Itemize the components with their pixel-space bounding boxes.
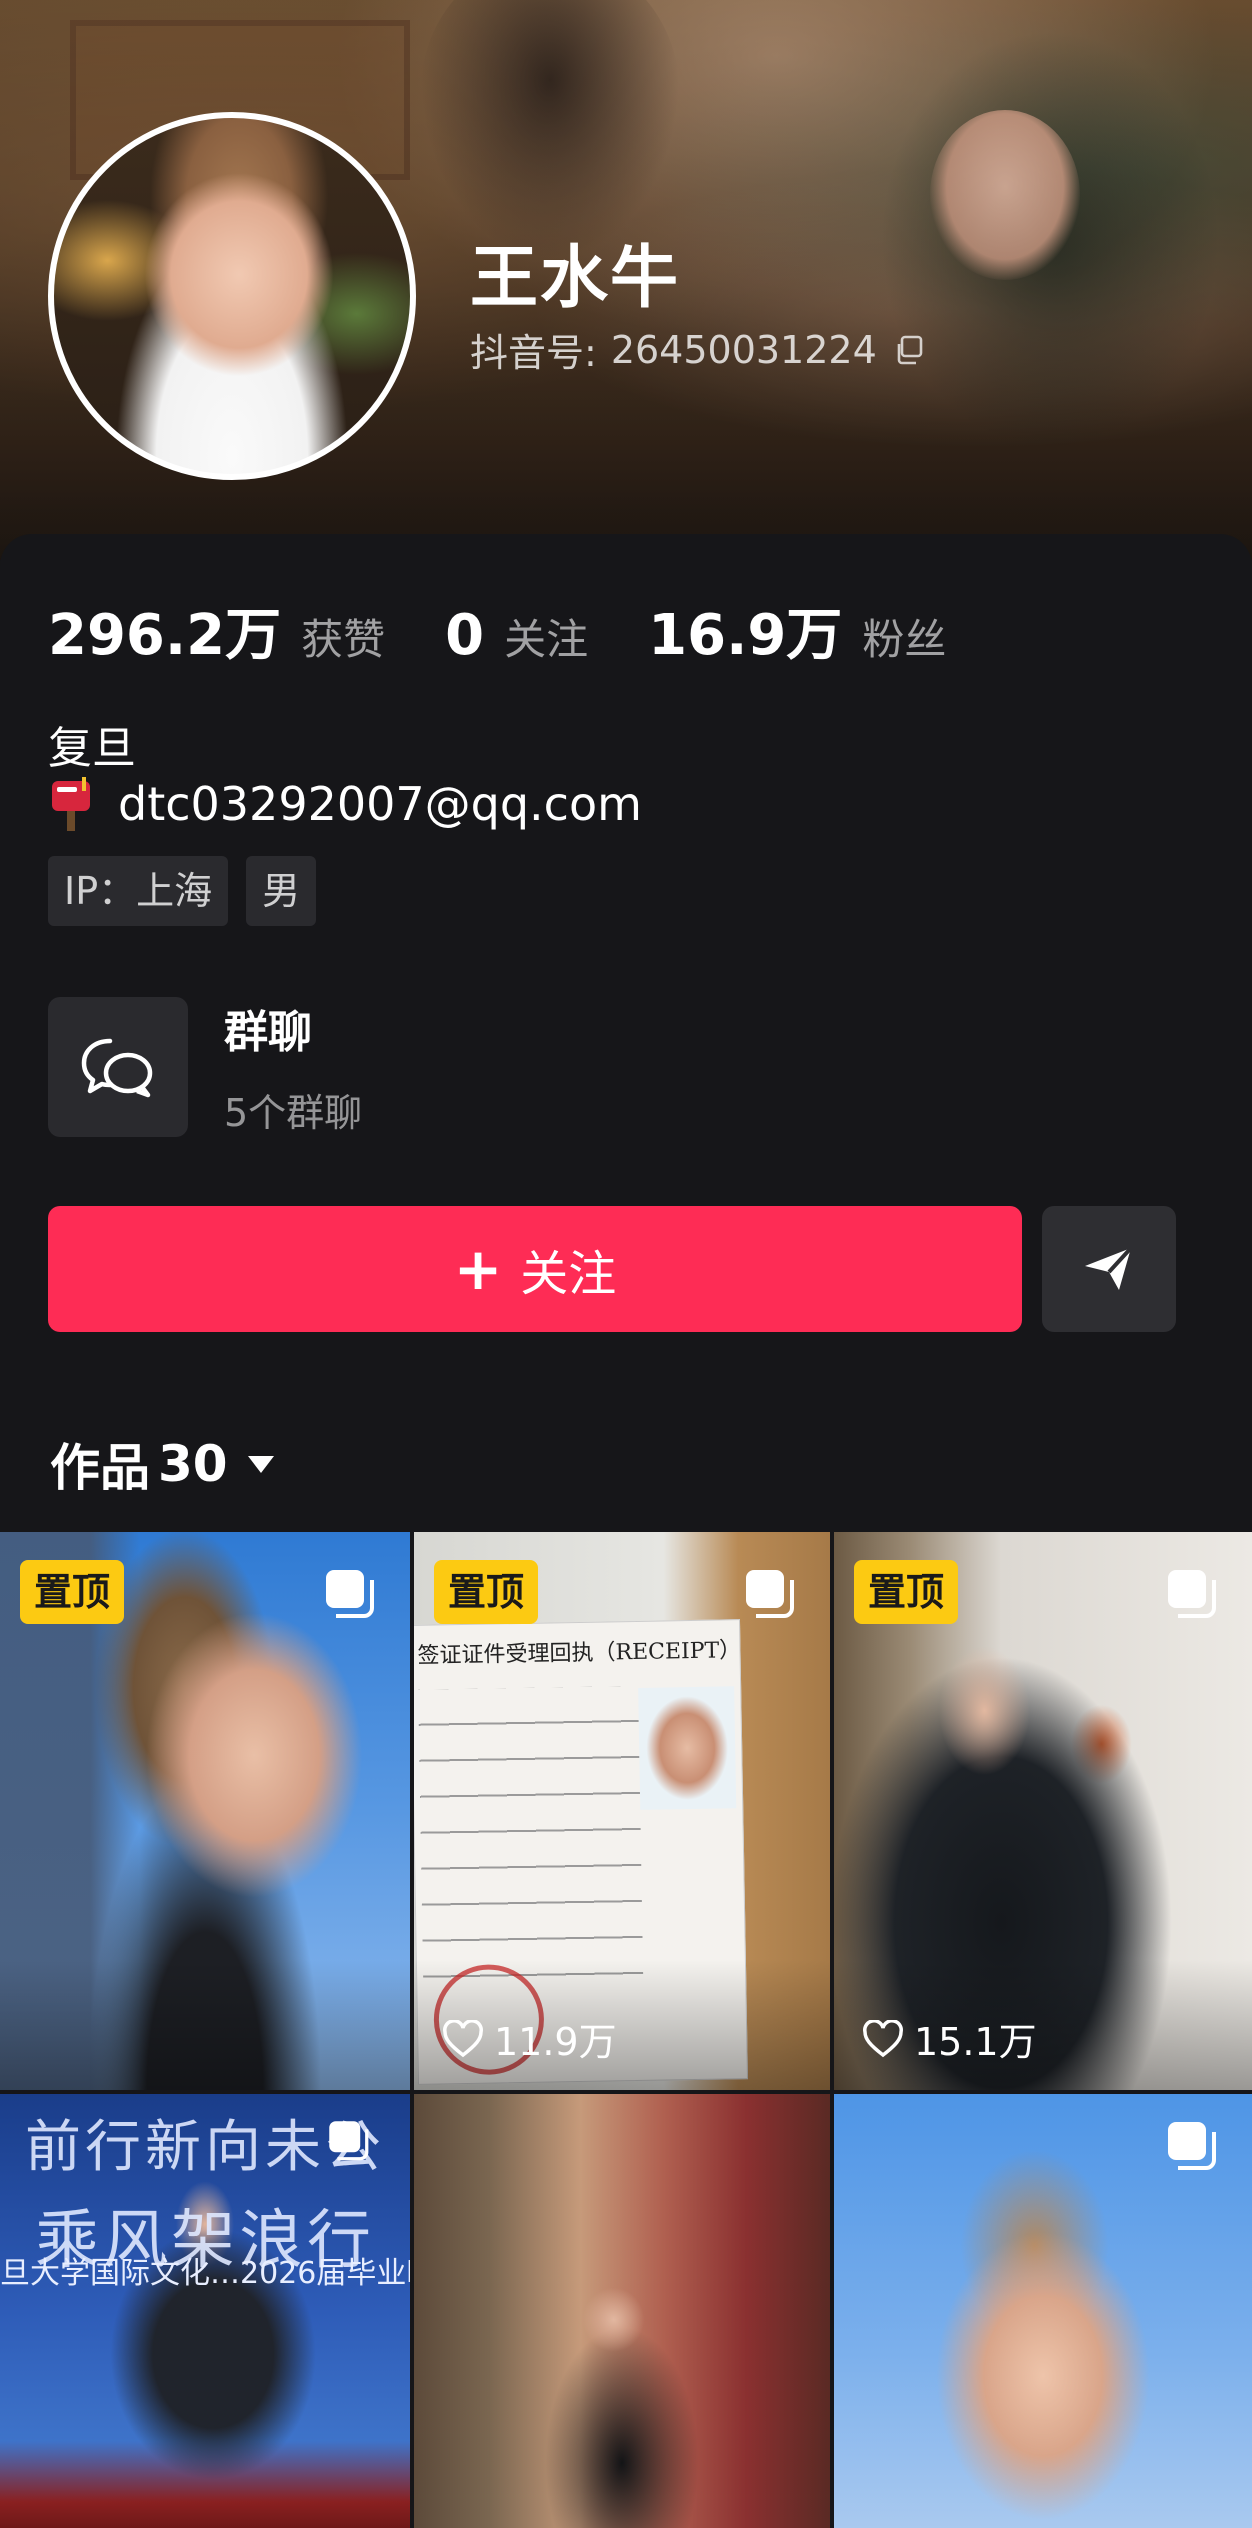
multi-image-icon — [329, 2121, 369, 2161]
stat-following[interactable]: 0 关注 — [445, 603, 588, 668]
email-text: dtc03292007@qq.com — [118, 777, 642, 831]
stat-label: 粉丝 — [862, 615, 947, 664]
group-icon-box — [48, 996, 188, 1137]
multi-image-icon — [326, 1570, 374, 1618]
receipt-photo — [638, 1686, 737, 1810]
works-tab-label: 作品 — [50, 1439, 150, 1497]
tile-shade — [0, 1960, 410, 2090]
stats-row: 296.2万 获赞 0 关注 16.9万 粉丝 — [48, 590, 1006, 671]
stage-banner-subtext: 旦大学国际文化…2026届毕业晚 — [0, 2256, 410, 2291]
caret-down-icon[interactable] — [246, 1453, 276, 1475]
video-tile[interactable]: 置顶 15.1万 — [834, 1532, 1252, 2090]
multi-image-icon — [1168, 2122, 1216, 2170]
stat-value: 296.2万 — [48, 603, 282, 668]
douyin-id-value: 26450031224 — [610, 327, 877, 372]
like-count-text: 15.1万 — [914, 2020, 1037, 2064]
stat-label: 获赞 — [301, 615, 386, 664]
group-chat-card[interactable]: 群聊 5个群聊 — [48, 996, 362, 1137]
gender-tag: 男 — [246, 856, 317, 926]
ip-location-tag: IP：上海 — [48, 856, 229, 926]
copy-icon[interactable] — [893, 334, 925, 366]
video-tile[interactable] — [834, 2094, 1252, 2528]
profile-name: 王水牛 — [470, 239, 681, 318]
stat-value: 16.9万 — [648, 603, 843, 668]
multi-image-icon — [746, 1570, 794, 1618]
stat-followers[interactable]: 16.9万 粉丝 — [648, 590, 946, 671]
bio-line: 复旦 — [48, 723, 136, 774]
douyin-id-label: 抖音号: — [470, 331, 597, 375]
bio-email-line: dtc03292007@qq.com — [48, 775, 642, 833]
mailbox-icon — [52, 777, 90, 831]
heart-icon — [863, 2019, 903, 2057]
heart-icon — [443, 2019, 483, 2057]
stat-likes[interactable]: 296.2万 获赞 — [48, 590, 385, 671]
stat-value: 0 — [445, 603, 485, 668]
send-message-button[interactable] — [1042, 1206, 1176, 1332]
video-tile[interactable]: 签证证件受理回执（RECEIPT） 置顶 11.9万 — [414, 1532, 830, 2090]
like-count: 11.9万 — [442, 2011, 617, 2066]
receipt-title: 签证证件受理回执（RECEIPT） — [417, 1638, 742, 1669]
pinned-badge: 置顶 — [434, 1560, 539, 1624]
send-icon — [1085, 1246, 1133, 1290]
group-chat-texts: 群聊 5个群聊 — [224, 996, 362, 1137]
like-count-text: 11.9万 — [494, 2020, 617, 2064]
group-chat-title: 群聊 — [224, 1007, 312, 1058]
plus-icon: + — [453, 1235, 503, 1303]
follow-label: 关注 — [520, 1246, 617, 1302]
video-tile[interactable]: 前行新向未公 乘风架浪行 旦大学国际文化…2026届毕业晚 — [0, 2094, 410, 2528]
works-tab[interactable]: 作品 30 — [50, 1428, 276, 1500]
multi-image-icon — [1168, 1570, 1216, 1618]
like-count: 15.1万 — [862, 2011, 1037, 2066]
follow-button[interactable]: + 关注 — [48, 1206, 1022, 1332]
douyin-id-row[interactable]: 抖音号: 26450031224 — [470, 322, 925, 377]
avatar[interactable] — [48, 112, 416, 480]
pinned-badge: 置顶 — [20, 1560, 125, 1624]
stat-label: 关注 — [504, 615, 589, 664]
works-tab-count: 30 — [158, 1435, 228, 1493]
receipt-table — [418, 1685, 644, 1990]
group-chat-subtitle: 5个群聊 — [224, 1091, 363, 1135]
tag-row: IP：上海 男 — [48, 856, 334, 926]
video-tile[interactable]: 置顶 — [0, 1532, 410, 2090]
chat-bubbles-icon — [81, 1038, 153, 1097]
video-tile[interactable] — [414, 2094, 830, 2528]
pinned-badge: 置顶 — [854, 1560, 959, 1624]
